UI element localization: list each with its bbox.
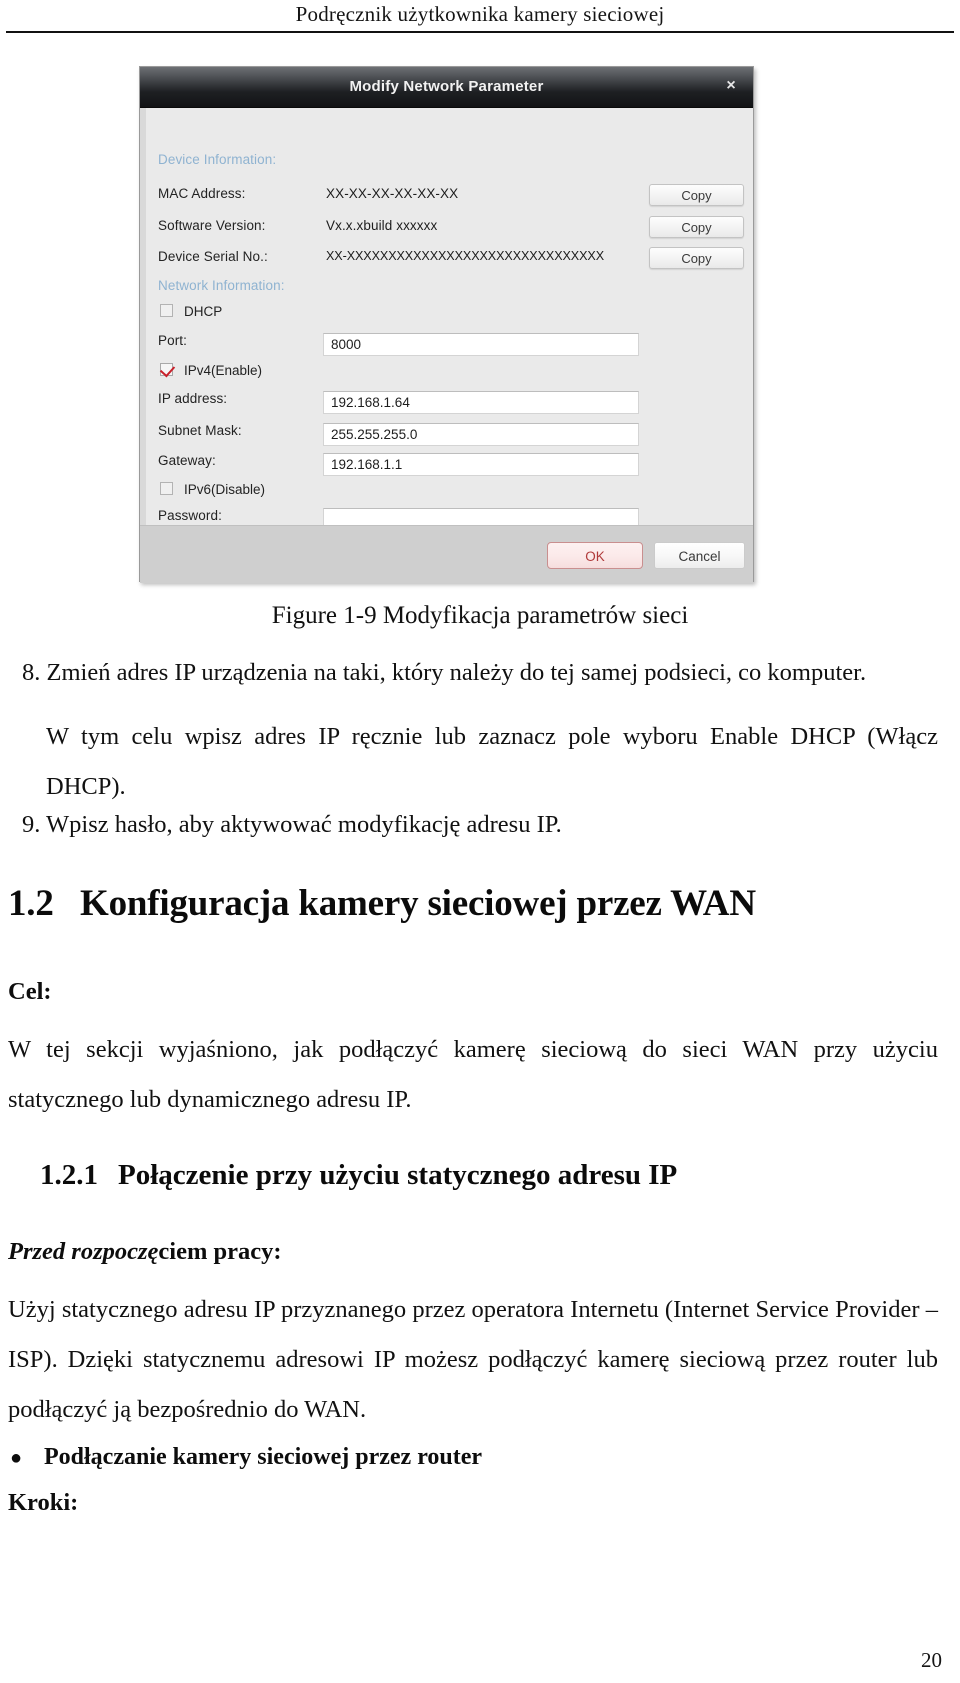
- ip-address-row: IP address: 192.168.1.64: [140, 391, 753, 417]
- heading-1-2-1-number: 1.2.1: [40, 1159, 98, 1191]
- ip-address-label: IP address:: [158, 391, 228, 406]
- step-8-paragraph: 8. Zmień adres IP urządzenia na taki, kt…: [22, 659, 867, 686]
- dialog-titlebar: Modify Network Parameter ×: [140, 67, 753, 108]
- port-label: Port:: [158, 333, 188, 348]
- gateway-input[interactable]: 192.168.1.1: [323, 453, 639, 476]
- ipv6-disable-checkbox[interactable]: [160, 482, 173, 495]
- page-number: 20: [921, 1648, 942, 1672]
- before-you-start-label: Przed rozpoczęciem pracy:: [8, 1235, 282, 1269]
- device-serial-row: Device Serial No.: XX-XXXXXXXXXXXXXXXXXX…: [140, 247, 753, 275]
- dhcp-checkbox-row[interactable]: DHCP: [140, 304, 753, 326]
- close-icon[interactable]: ×: [723, 77, 739, 95]
- cel-label: Cel:: [8, 978, 52, 1005]
- before-you-start-label-italic: Przed rozpoczę: [8, 1238, 159, 1265]
- network-information-label: Network Information:: [158, 278, 285, 293]
- subnet-mask-row: Subnet Mask: 255.255.255.0: [140, 423, 753, 449]
- copy-device-serial-button[interactable]: Copy: [649, 247, 744, 269]
- device-serial-value: XX-XXXXXXXXXXXXXXXXXXXXXXXXXXXXXXX: [326, 249, 604, 263]
- port-row: Port: 8000: [140, 333, 753, 359]
- cancel-button[interactable]: Cancel: [654, 542, 745, 569]
- ipv4-enable-label: IPv4(Enable): [184, 363, 263, 378]
- step-9-paragraph: 9. Wpisz hasło, aby aktywować modyfikacj…: [22, 811, 562, 838]
- subnet-mask-input[interactable]: 255.255.255.0: [323, 423, 639, 446]
- bullet-item-label: Podłączanie kamery sieciowej przez route…: [44, 1444, 483, 1470]
- cel-paragraph: W tej sekcji wyjaśniono, jak podłączyć k…: [8, 1036, 938, 1113]
- copy-mac-address-button[interactable]: Copy: [649, 184, 744, 206]
- ip-address-input[interactable]: 192.168.1.64: [323, 391, 639, 414]
- figure-caption: Figure 1-9 Modyfikacja parametrów sieci: [271, 602, 689, 629]
- password-label: Password:: [158, 508, 222, 523]
- mac-address-value: XX-XX-XX-XX-XX-XX: [326, 186, 459, 201]
- device-information-label: Device Information:: [158, 152, 277, 167]
- heading-section-1-2-1: 1.2.1 Połączenie przy użyciu statycznego …: [40, 1155, 950, 1195]
- dialog-footer: OK Cancel: [140, 525, 753, 583]
- ipv6-checkbox-row[interactable]: IPv6(Disable): [140, 482, 753, 504]
- mac-address-label: MAC Address:: [158, 186, 246, 201]
- bullet-list-item-router: ● Podłączanie kamery sieciowej przez rout…: [10, 1440, 940, 1475]
- step-8-continuation-paragraph: W tym celu wpisz adres IP ręcznie lub za…: [46, 723, 938, 800]
- dhcp-checkbox[interactable]: [160, 304, 173, 317]
- ok-button[interactable]: OK: [547, 542, 643, 569]
- heading-1-2-1-text: Połączenie przy użyciu statycznego adres…: [118, 1159, 678, 1191]
- before-you-start-label-rest: ciem pracy:: [158, 1238, 282, 1265]
- software-version-label: Software Version:: [158, 218, 266, 233]
- copy-software-version-button[interactable]: Copy: [649, 216, 744, 238]
- bullet-dot-icon: ●: [10, 1447, 23, 1469]
- device-serial-label: Device Serial No.:: [158, 249, 268, 264]
- running-header-text: Podręcznik użytkownika kamery sieciowej: [295, 2, 665, 26]
- header-divider-rule: [6, 31, 954, 33]
- port-input[interactable]: 8000: [323, 333, 639, 356]
- heading-section-1-2: 1.2 Konfiguracja kamery sieciowej przez W…: [8, 880, 948, 928]
- ipv4-checkbox-row[interactable]: IPv4(Enable): [140, 363, 753, 385]
- kroki-label: Kroki:: [8, 1489, 79, 1516]
- heading-1-2-text: Konfiguracja kamery sieciowej przez WAN: [80, 883, 756, 924]
- ipv4-enable-checkbox[interactable]: [160, 363, 173, 376]
- software-version-value: Vx.x.xbuild xxxxxx: [326, 218, 438, 233]
- dhcp-label: DHCP: [184, 304, 223, 319]
- heading-1-2-number: 1.2: [8, 883, 54, 924]
- page-running-header: Podręcznik użytkownika kamery sieciowej: [0, 0, 960, 34]
- before-you-start-paragraph: Użyj statycznego adresu IP przyznanego p…: [8, 1296, 938, 1423]
- mac-address-row: MAC Address: XX-XX-XX-XX-XX-XX Copy: [140, 184, 753, 212]
- ipv6-disable-label: IPv6(Disable): [184, 482, 266, 497]
- device-information-section-row: Device Information:: [140, 152, 753, 178]
- software-version-row: Software Version: Vx.x.xbuild xxxxxx Cop…: [140, 216, 753, 244]
- network-information-section-row: Network Information:: [140, 278, 753, 304]
- dialog-body: Device Information: MAC Address: XX-XX-X…: [140, 108, 753, 531]
- dialog-title: Modify Network Parameter: [349, 78, 544, 95]
- gateway-label: Gateway:: [158, 453, 216, 468]
- gateway-row: Gateway: 192.168.1.1: [140, 453, 753, 479]
- subnet-mask-label: Subnet Mask:: [158, 423, 242, 438]
- modify-network-parameter-dialog: Modify Network Parameter × Device Inform…: [139, 66, 754, 583]
